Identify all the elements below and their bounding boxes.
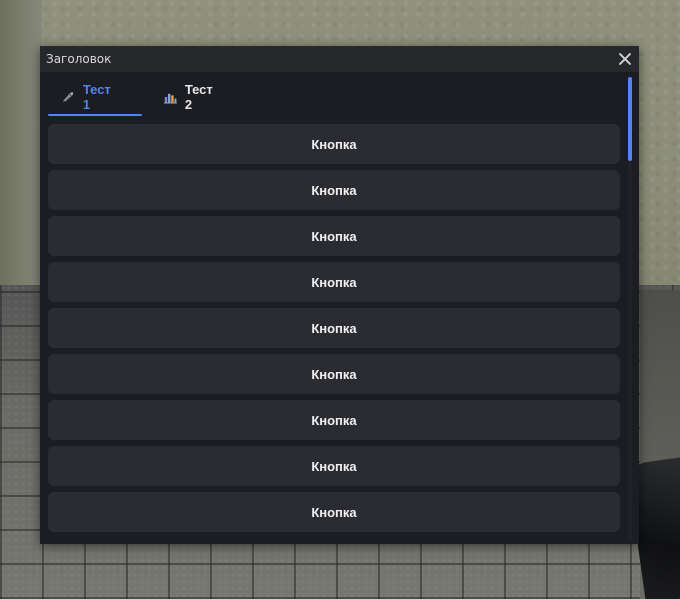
dialog-window: Заголовок Тест 1 Тест 2 Кнопка Кнопка Кн… xyxy=(40,46,639,544)
button-4[interactable]: Кнопка xyxy=(48,262,620,302)
button-5[interactable]: Кнопка xyxy=(48,308,620,348)
rocket-icon xyxy=(62,92,74,103)
tab-label: Тест 1 xyxy=(82,82,111,112)
tab-label: Тест 2 xyxy=(184,82,213,112)
tab-test-1[interactable]: Тест 1 xyxy=(62,79,114,115)
button-6[interactable]: Кнопка xyxy=(48,354,620,394)
button-8[interactable]: Кнопка xyxy=(48,446,620,486)
tab-test-2[interactable]: Тест 2 xyxy=(164,79,216,115)
button-2[interactable]: Кнопка xyxy=(48,170,620,210)
button-7[interactable]: Кнопка xyxy=(48,400,620,440)
scrollbar-thumb[interactable] xyxy=(628,77,632,161)
button-1[interactable]: Кнопка xyxy=(48,124,620,164)
background-wall-shadow xyxy=(0,0,42,300)
active-tab-indicator xyxy=(48,114,142,116)
button-9[interactable]: Кнопка xyxy=(48,492,620,532)
window-title: Заголовок xyxy=(46,52,112,66)
window-content: Тест 1 Тест 2 Кнопка Кнопка Кнопка Кнопк… xyxy=(40,73,639,544)
button-3[interactable]: Кнопка xyxy=(48,216,620,256)
chart-icon xyxy=(164,93,177,104)
close-icon[interactable] xyxy=(615,49,635,69)
scrollbar[interactable] xyxy=(628,77,632,541)
window-titlebar[interactable]: Заголовок xyxy=(40,46,639,73)
